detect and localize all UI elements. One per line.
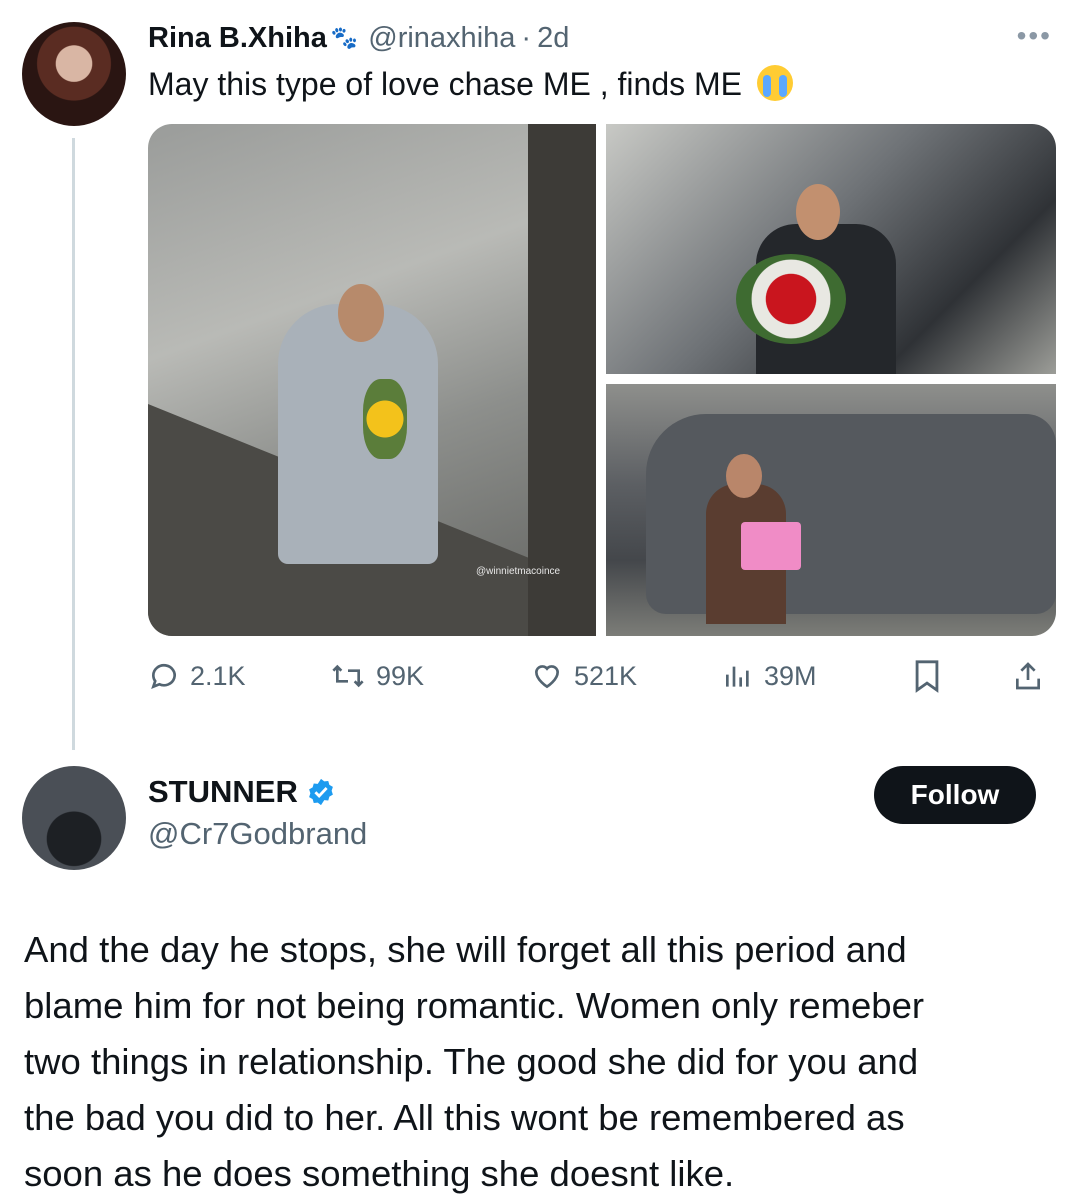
retweet-button[interactable]: 99K [330, 654, 424, 698]
bookmark-icon [915, 660, 939, 693]
reply-button[interactable]: 2.1K [148, 654, 246, 698]
reply-text: And the day he stops, she will forget al… [24, 922, 1064, 1202]
crying-emoji [756, 65, 793, 101]
reply-text-line: And the day he stops, she will forget al… [24, 929, 907, 970]
share-button[interactable] [1012, 654, 1044, 698]
paw-icon: 🐾 [330, 25, 359, 50]
photo-man-with-gift[interactable] [606, 384, 1056, 636]
thread-line [72, 138, 75, 750]
watermark: @winnietmacoince [476, 566, 561, 577]
views-button[interactable]: 39M [722, 654, 817, 698]
reply-icon [151, 663, 176, 689]
media-grid: @winnietmacoince [148, 124, 1056, 636]
photo-man-with-sunflowers[interactable]: @winnietmacoince [148, 124, 596, 636]
tweet-text-content: May this type of love chase ME , finds M… [148, 66, 743, 102]
like-count: 521K [574, 660, 638, 691]
tweet-header: Rina B.Xhiha 🐾 @rinaxhiha · 2d [148, 16, 569, 60]
avatar-stunner[interactable] [22, 766, 126, 870]
like-button[interactable]: 521K [530, 654, 637, 698]
tweet-text: May this type of love chase ME , finds M… [148, 64, 793, 104]
timestamp[interactable]: 2d [537, 22, 569, 55]
avatar-rina[interactable] [22, 22, 126, 126]
reply-text-line: the bad you did to her. All this wont be… [24, 1097, 905, 1138]
retweet-icon [332, 664, 364, 688]
reply-user-info: STUNNER @Cr7Godbrand [148, 770, 367, 852]
share-icon [1016, 662, 1040, 690]
reply-name-row: STUNNER [148, 770, 367, 814]
like-icon [534, 665, 560, 689]
separator: · [521, 21, 532, 54]
reply-text-line: blame him for not being romantic. Women … [24, 985, 925, 1026]
reply-text-line: two things in relationship. The good she… [24, 1041, 919, 1082]
verified-icon [308, 778, 333, 806]
retweet-count: 99K [376, 660, 425, 691]
views-icon [726, 666, 749, 687]
views-count: 39M [764, 660, 817, 691]
reply-count: 2.1K [190, 660, 246, 691]
display-name[interactable]: Rina B.Xhiha [148, 22, 327, 55]
photo-man-with-roses[interactable] [606, 124, 1056, 374]
more-icon[interactable]: ••• [1017, 20, 1052, 52]
reply-display-name[interactable]: STUNNER [148, 774, 298, 810]
reply-text-line: soon as he does something she doesnt lik… [24, 1153, 735, 1194]
bookmark-button[interactable] [912, 654, 942, 698]
handle[interactable]: @rinaxhiha [368, 22, 515, 55]
reply-handle[interactable]: @Cr7Godbrand [148, 816, 367, 852]
follow-button[interactable]: Follow [874, 766, 1036, 824]
